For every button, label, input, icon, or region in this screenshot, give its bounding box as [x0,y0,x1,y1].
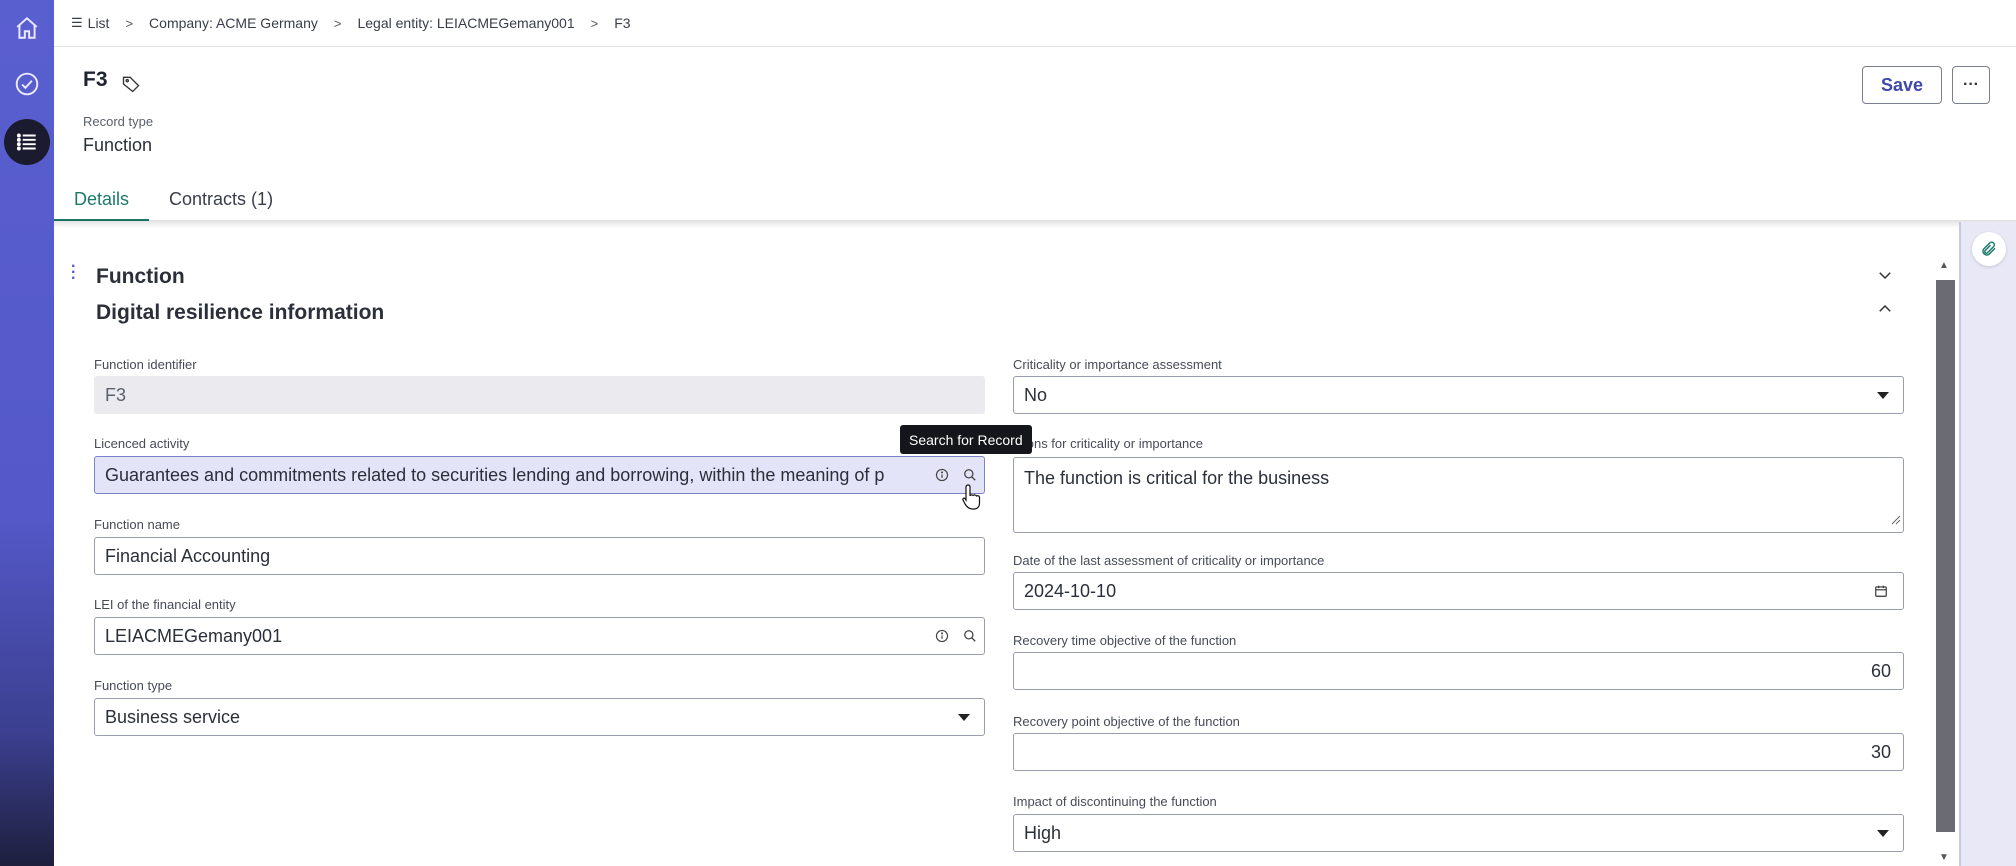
field-value: No [1024,384,1048,405]
field-value: 2024-10-10 [1024,580,1117,601]
dropdown-caret-icon [1877,829,1889,837]
field-value: Guarantees and commitments related to se… [105,464,885,485]
field-value: The function is critical for the busines… [1024,468,1330,488]
dropdown-caret-icon [958,713,970,721]
chevron-right-icon: > [590,15,599,31]
rpo-label: Recovery point objective of the function [1013,714,1240,729]
breadcrumb-label: Legal entity: LEIACMEGemany001 [357,15,575,31]
field-value: Financial Accounting [105,545,271,566]
impact-select[interactable]: High [1013,814,1904,852]
function-type-label: Function type [94,678,173,693]
scroll-down-arrow[interactable]: ▼ [1939,852,1949,863]
save-button[interactable]: Save [1862,66,1942,104]
search-icon[interactable] [956,468,984,482]
chevron-right-icon: > [125,15,134,31]
function-identifier-field: F3 [94,376,985,414]
side-panel [1959,222,2016,866]
menu-list-icon: ☰ [71,15,83,30]
more-options-button[interactable]: ··· [1952,66,1990,104]
resize-grip-icon[interactable] [1889,509,1901,530]
field-value: Business service [105,706,241,727]
criticality-label: Criticality or importance assessment [1013,357,1222,372]
breadcrumb: ☰ List > Company: ACME Germany > Legal e… [54,0,2016,47]
criticality-select[interactable]: No [1013,376,1904,414]
reasons-textarea[interactable]: The function is critical for the busines… [1013,457,1904,533]
rto-label: Recovery time objective of the function [1013,633,1237,648]
tab-contracts[interactable]: Contracts (1) [149,183,293,221]
section-title-digital-resilience[interactable]: Digital resilience information [96,301,384,325]
breadcrumb-label: List [87,15,110,31]
search-icon[interactable] [956,629,984,643]
check-circle-icon[interactable] [9,66,45,102]
licenced-activity-label: Licenced activity [94,436,190,451]
field-value: LEIACMEGemany001 [105,625,283,646]
home-icon[interactable] [9,10,45,46]
function-name-field[interactable]: Financial Accounting [94,537,985,575]
function-name-label: Function name [94,517,180,532]
list-icon[interactable] [4,119,50,165]
search-tooltip: Search for Record [900,425,1032,454]
function-identifier-label: Function identifier [94,357,197,372]
calendar-icon[interactable] [1867,584,1895,598]
breadcrumb-item-legal-entity[interactable]: Legal entity: LEIACMEGemany001 [357,15,574,31]
chevron-right-icon: > [333,15,342,31]
pointer-cursor-icon [962,483,984,516]
scrollbar-thumb[interactable] [1936,280,1955,832]
record-type-value: Function [83,135,153,155]
chevron-down-icon[interactable] [1876,266,1894,289]
tab-details[interactable]: Details [54,183,150,221]
record-type-label: Record type [83,114,154,129]
breadcrumb-item-list[interactable]: ☰ List [71,15,109,31]
info-icon[interactable] [928,629,956,643]
licenced-activity-field[interactable]: Guarantees and commitments related to se… [94,456,985,494]
breadcrumb-item-current: F3 [614,15,630,31]
breadcrumb-label: F3 [614,15,631,31]
scroll-up-arrow[interactable]: ▲ [1939,260,1949,271]
tag-icon[interactable] [121,74,141,99]
side-rail [0,0,54,866]
section-title-function[interactable]: Function [96,265,185,289]
rpo-field[interactable]: 30 [1013,733,1904,771]
dropdown-caret-icon [1877,391,1889,399]
divider [54,220,2016,228]
paperclip-icon[interactable] [1972,232,2006,266]
tab-bar: Details Contracts (1) [54,183,293,221]
field-value: High [1024,822,1062,843]
last-assessment-label: Date of the last assessment of criticali… [1013,553,1325,568]
lei-field[interactable]: LEIACMEGemany001 [94,617,985,655]
field-value: F3 [105,384,127,405]
rto-field[interactable]: 60 [1013,652,1904,690]
function-type-select[interactable]: Business service [94,698,985,736]
breadcrumb-label: Company: ACME Germany [149,15,318,31]
breadcrumb-item-company[interactable]: Company: ACME Germany [149,15,318,31]
last-assessment-date-field[interactable]: 2024-10-10 [1013,572,1904,610]
info-icon[interactable] [928,468,956,482]
reasons-label: asons for criticality or importance [1013,436,1204,451]
page-title: F3 [83,68,108,91]
lei-label: LEI of the financial entity [94,597,236,612]
chevron-up-icon[interactable] [1876,300,1894,323]
drag-handle-icon[interactable]: · · · [71,259,76,287]
impact-label: Impact of discontinuing the function [1013,794,1217,809]
